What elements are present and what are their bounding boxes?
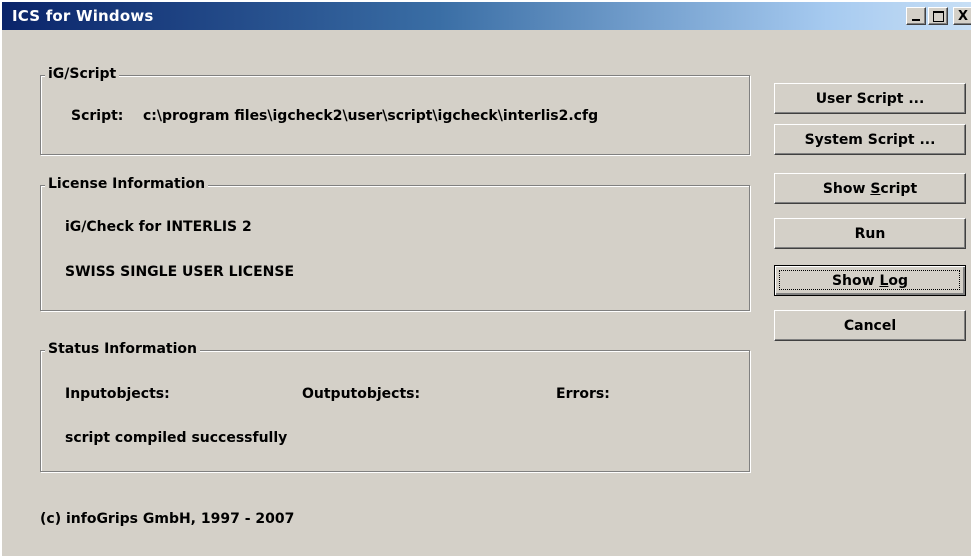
title-bar[interactable]: ICS for Windows X bbox=[2, 2, 971, 30]
input-objects-label: Inputobjects: bbox=[65, 386, 170, 402]
show-script-label-prefix: Show bbox=[822, 180, 871, 197]
license-product: iG/Check for INTERLIS 2 bbox=[65, 219, 252, 235]
system-script-button[interactable]: System Script ... bbox=[774, 124, 966, 155]
user-script-button[interactable]: User Script ... bbox=[774, 83, 966, 114]
minimize-button[interactable] bbox=[906, 7, 926, 25]
run-button[interactable]: Run bbox=[774, 218, 966, 249]
show-script-button-label: Show Script bbox=[823, 181, 917, 197]
cancel-button[interactable]: Cancel bbox=[774, 310, 966, 341]
system-script-button-label: System Script ... bbox=[804, 131, 936, 148]
user-script-button-label: User Script ... bbox=[815, 90, 925, 107]
script-label: Script: bbox=[71, 108, 124, 124]
show-script-accelerator: S bbox=[870, 180, 881, 197]
show-log-button[interactable]: Show Log bbox=[774, 265, 966, 296]
show-log-button-label: Show Log bbox=[832, 273, 908, 289]
script-group-label: iG/Script bbox=[45, 66, 120, 82]
output-objects-label: Outputobjects: bbox=[302, 386, 421, 402]
status-message: script compiled successfully bbox=[65, 430, 288, 446]
script-groupbox: iG/Script Script: c:\program files\igche… bbox=[40, 66, 750, 155]
status-groupbox: Status Information Inputobjects: Outputo… bbox=[40, 341, 750, 472]
window-title: ICS for Windows bbox=[12, 7, 154, 25]
script-path: c:\program files\igcheck2\user\script\ig… bbox=[143, 108, 599, 124]
show-script-label-suffix: cript bbox=[880, 180, 918, 197]
show-log-label-prefix: Show bbox=[831, 272, 880, 289]
cancel-button-label: Cancel bbox=[843, 317, 897, 334]
run-button-label: Run bbox=[854, 225, 886, 242]
maximize-icon bbox=[933, 11, 944, 22]
show-log-label-suffix: og bbox=[888, 272, 909, 289]
license-type: SWISS SINGLE USER LICENSE bbox=[65, 264, 295, 280]
license-group-label: License Information bbox=[45, 176, 209, 192]
minimize-icon bbox=[912, 19, 920, 21]
license-groupbox: License Information iG/Check for INTERLI… bbox=[40, 176, 750, 311]
status-group-label: Status Information bbox=[45, 341, 200, 357]
copyright-text: (c) infoGrips GmbH, 1997 - 2007 bbox=[40, 511, 295, 527]
show-script-button[interactable]: Show Script bbox=[774, 173, 966, 204]
errors-label: Errors: bbox=[556, 386, 610, 402]
close-icon: X bbox=[957, 8, 969, 24]
main-window: ICS for Windows X iG/Script Script: c:\p… bbox=[0, 0, 971, 556]
maximize-button[interactable] bbox=[928, 7, 948, 25]
close-button[interactable]: X bbox=[953, 7, 971, 25]
